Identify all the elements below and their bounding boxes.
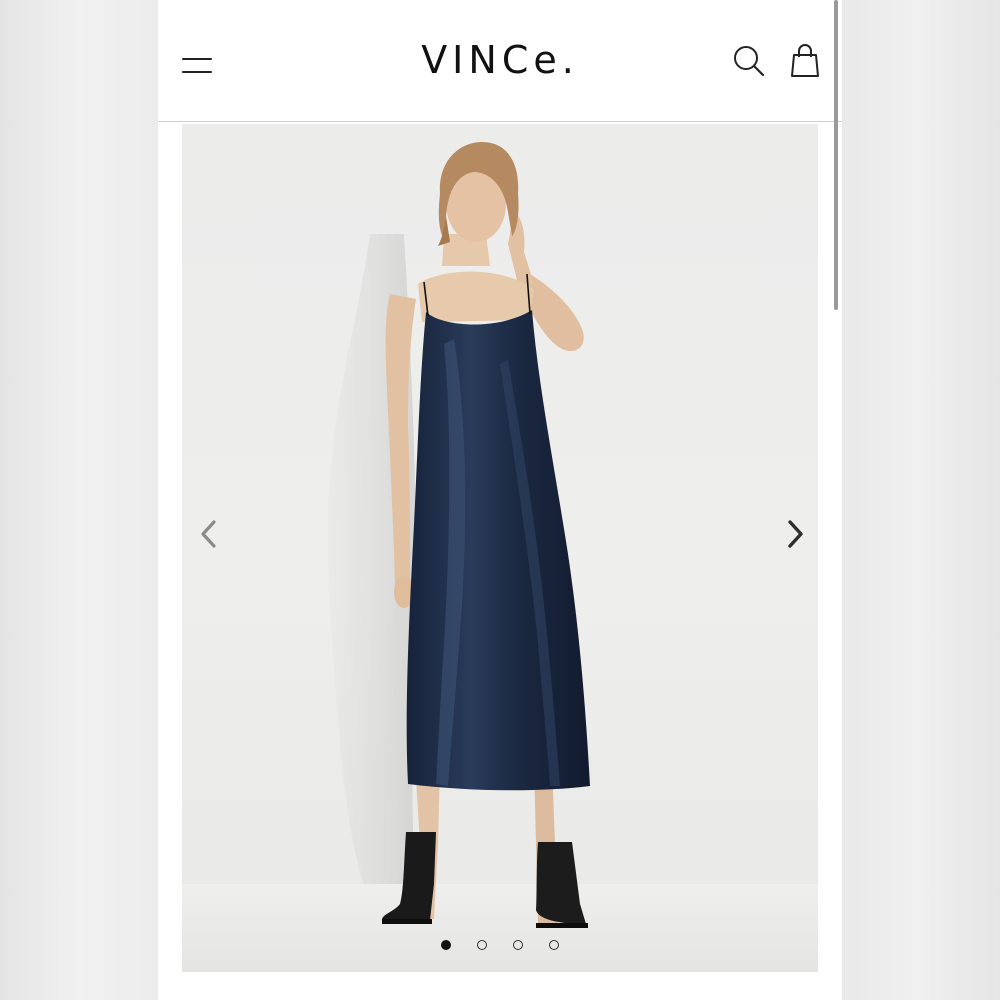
product-photo-slip-dress [182,142,818,972]
carousel-dot-4[interactable] [549,940,559,950]
product-image-carousel[interactable] [182,124,818,972]
carousel-dot-3[interactable] [513,940,523,950]
site-header: VINCe. [158,0,842,310]
scrollbar[interactable] [834,0,838,310]
mobile-page: VINCe. [158,0,842,1000]
shopping-bag-icon[interactable] [788,42,822,80]
chevron-left-icon[interactable] [194,514,224,554]
chevron-right-icon[interactable] [780,514,810,554]
carousel-pagination [182,940,818,950]
carousel-dot-2[interactable] [477,940,487,950]
carousel-dot-1[interactable] [441,940,451,950]
search-icon[interactable] [732,44,766,78]
